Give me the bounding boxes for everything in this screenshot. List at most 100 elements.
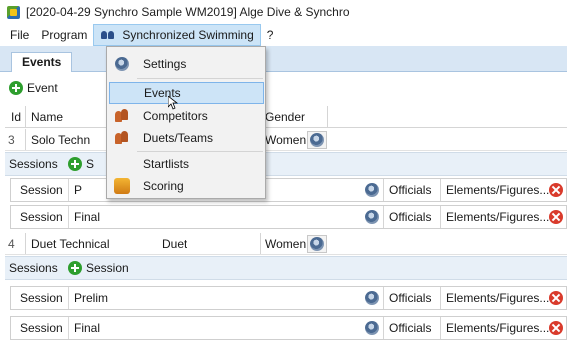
session-name-field[interactable]: Prelim: [68, 287, 358, 309]
events-toolbar: Event: [0, 73, 567, 103]
people-icon: [114, 130, 130, 146]
session-name-field[interactable]: Final: [68, 317, 358, 339]
session-settings-button[interactable]: [365, 179, 379, 201]
menu-synchronized-swimming[interactable]: Synchronized Swimming: [93, 24, 261, 46]
tab-events[interactable]: Events: [11, 52, 73, 72]
menu-program[interactable]: Program: [35, 24, 93, 46]
synchronized-swimming-menu: Settings Events Competitors Duets/Teams …: [106, 46, 266, 199]
list-item[interactable]: Session Final Officials Elements/Figures…: [10, 316, 567, 340]
session-name: P: [74, 183, 83, 197]
gear-icon: [365, 291, 379, 305]
add-icon: [68, 157, 82, 171]
add-session-button[interactable]: S: [68, 153, 94, 175]
app-icon: [7, 5, 20, 19]
session-label: Session: [20, 210, 63, 224]
gear-icon: [365, 183, 379, 197]
add-session-label: Session: [86, 261, 129, 275]
tab-strip: Events: [0, 46, 567, 72]
swimmers-icon: [100, 30, 116, 40]
add-session-button[interactable]: Session: [68, 257, 129, 279]
menu-synchronized-swimming-label: Synchronized Swimming: [122, 28, 254, 42]
list-item[interactable]: Session Prelim Officials Elements/Figure…: [10, 286, 567, 310]
elements-figures-button[interactable]: Elements/Figures...: [446, 179, 549, 201]
menu-item-label: Duets/Teams: [143, 131, 214, 145]
menu-help[interactable]: ?: [261, 24, 280, 46]
session-label: Session: [20, 321, 63, 335]
gear-icon: [114, 56, 130, 72]
event-gender: Women: [265, 132, 307, 147]
delete-session-button[interactable]: [549, 287, 563, 309]
list-item[interactable]: Session Final Officials Elements/Figures…: [10, 205, 567, 229]
table-row[interactable]: 3 Solo Techn Women: [5, 129, 567, 151]
session-name: Final: [74, 210, 101, 224]
delete-icon: [549, 183, 563, 197]
event-type: Duet: [162, 236, 188, 251]
menu-item-startlists[interactable]: Startlists: [109, 153, 264, 175]
delete-icon: [549, 321, 563, 335]
add-icon: [68, 261, 82, 275]
cursor-icon: [168, 96, 178, 110]
elements-figures-button[interactable]: Elements/Figures...: [446, 317, 549, 339]
menu-item-label: Scoring: [143, 179, 184, 193]
delete-session-button[interactable]: [549, 179, 563, 201]
gear-icon: [365, 210, 379, 224]
menu-item-competitors[interactable]: Competitors: [109, 105, 264, 127]
table-row[interactable]: 4 Duet Technical Duet Women: [5, 233, 567, 255]
event-name: Solo Techn: [31, 132, 91, 147]
delete-icon: [549, 291, 563, 305]
menu-item-events[interactable]: Events: [109, 82, 264, 104]
elements-figures-button[interactable]: Elements/Figures...: [446, 287, 549, 309]
people-icon: [114, 108, 130, 124]
add-event-label: Event: [27, 81, 58, 95]
event-id: 3: [8, 132, 15, 147]
gear-icon: [310, 132, 324, 147]
sessions-label: Sessions: [9, 157, 58, 171]
session-label: Session: [20, 291, 63, 305]
menu-item-settings[interactable]: Settings: [109, 53, 264, 75]
menu-item-label: Startlists: [143, 157, 190, 171]
sessions-label: Sessions: [9, 261, 58, 275]
menu-item-label: Competitors: [143, 109, 208, 123]
menu-item-label: Settings: [143, 57, 187, 71]
session-settings-button[interactable]: [365, 287, 379, 309]
menu-item-duets-teams[interactable]: Duets/Teams: [109, 127, 264, 149]
gear-icon: [310, 236, 324, 251]
officials-button[interactable]: Officials: [389, 206, 431, 228]
event-gender: Women: [265, 236, 307, 251]
scoring-icon: [114, 178, 130, 194]
sessions-header: Sessions S: [5, 152, 567, 176]
menu-bar: File Program Synchronized Swimming ?: [0, 24, 567, 46]
event-settings-button[interactable]: [307, 129, 327, 150]
window-title: [2020-04-29 Synchro Sample WM2019] Alge …: [26, 5, 350, 19]
column-header-gender[interactable]: Gender: [265, 106, 305, 127]
officials-button[interactable]: Officials: [389, 179, 431, 201]
session-name-field[interactable]: Final: [68, 206, 358, 228]
column-header-name[interactable]: Name: [31, 106, 63, 127]
list-item[interactable]: Session P Officials Elements/Figures...: [10, 178, 567, 202]
event-settings-button[interactable]: [307, 233, 327, 254]
grid-header: Id Name Gender: [5, 106, 567, 128]
session-name: Prelim: [74, 291, 109, 305]
delete-session-button[interactable]: [549, 317, 563, 339]
officials-button[interactable]: Officials: [389, 317, 431, 339]
event-name: Duet Technical: [31, 236, 110, 251]
column-header-id[interactable]: Id: [11, 106, 21, 127]
title-bar: [2020-04-29 Synchro Sample WM2019] Alge …: [0, 0, 567, 24]
event-id: 4: [8, 236, 15, 251]
delete-icon: [549, 210, 563, 224]
officials-button[interactable]: Officials: [389, 287, 431, 309]
menu-file[interactable]: File: [4, 24, 35, 46]
delete-session-button[interactable]: [549, 206, 563, 228]
menu-item-scoring[interactable]: Scoring: [109, 175, 264, 197]
session-settings-button[interactable]: [365, 206, 379, 228]
add-icon: [9, 81, 23, 95]
session-label: Session: [20, 183, 63, 197]
session-settings-button[interactable]: [365, 317, 379, 339]
add-event-button[interactable]: Event: [9, 81, 58, 95]
sessions-header: Sessions Session: [5, 256, 567, 280]
gear-icon: [365, 321, 379, 335]
elements-figures-button[interactable]: Elements/Figures...: [446, 206, 549, 228]
events-grid: Id Name Gender 3 Solo Techn Women Sessio…: [5, 106, 567, 345]
session-name: Final: [74, 321, 101, 335]
add-session-label: S: [86, 157, 95, 171]
